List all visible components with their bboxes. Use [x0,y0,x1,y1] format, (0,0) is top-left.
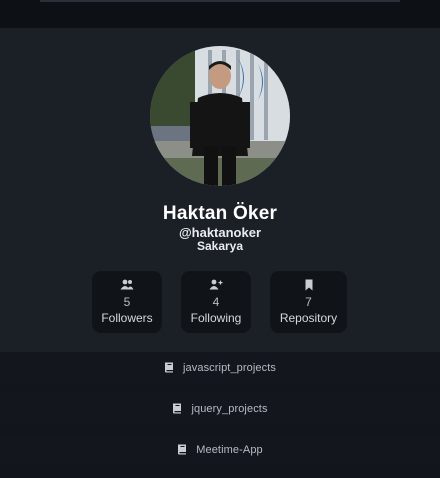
repo-item[interactable]: Meetime-App [0,434,440,465]
book-icon [164,362,174,373]
profile-name: Haktan Öker [162,203,278,224]
repo-item[interactable]: jquery_projects [0,393,440,424]
avatar [150,46,290,186]
profile-handle[interactable]: @haktanoker [0,225,440,240]
avatar-photo [150,46,290,186]
followers-icon [92,279,162,290]
book-icon [172,403,182,414]
repository-count: 7 [305,295,312,309]
followers-count: 5 [123,295,131,309]
repo-name: Meetime-App [196,443,263,456]
repo-name: jquery_projects [191,402,268,415]
stat-repository[interactable]: 7 Repository [270,271,347,333]
repo-item[interactable]: javascript_projects [0,352,440,383]
book-icon [177,444,187,455]
following-label: Following [190,311,242,325]
stat-followers[interactable]: 5 Followers [92,271,162,333]
profile-location: Sakarya [196,239,244,253]
top-bar-divider [40,0,400,2]
following-icon [181,279,251,290]
followers-label: Followers [101,311,153,325]
bookmark-icon [270,279,347,291]
following-count: 4 [212,295,220,309]
repository-label: Repository [279,311,338,325]
top-bar [0,0,440,28]
repo-name: javascript_projects [183,361,276,374]
stat-following[interactable]: 4 Following [181,271,251,333]
